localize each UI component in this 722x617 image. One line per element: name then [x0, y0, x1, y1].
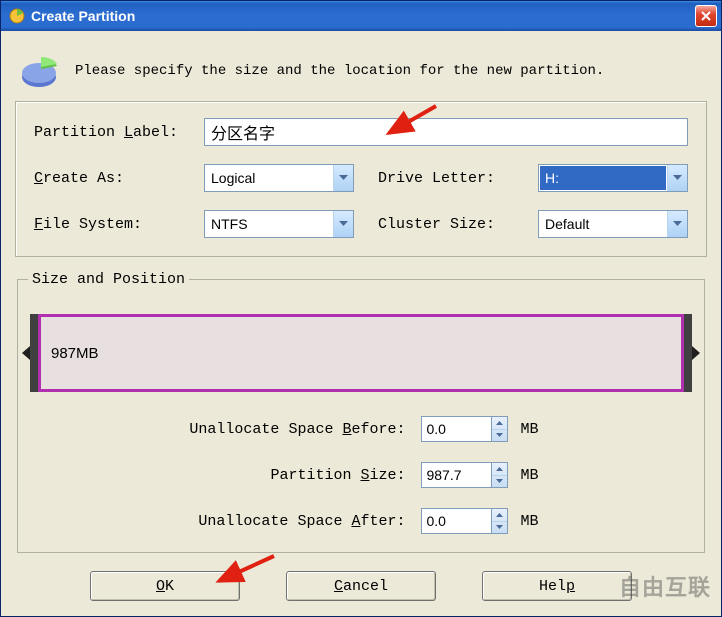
create-as-dropdown[interactable]: Logical: [204, 164, 354, 192]
spinner-down-icon[interactable]: [492, 476, 507, 488]
space-after-spinner[interactable]: [421, 508, 508, 534]
chevron-down-icon: [667, 211, 687, 237]
partition-size-input[interactable]: [421, 462, 491, 488]
size-position-group: Size and Position 987MB Unallocate Space…: [17, 271, 705, 553]
partition-slider[interactable]: 987MB: [30, 314, 692, 392]
window-title: Create Partition: [31, 8, 695, 24]
cluster-size-label: Cluster Size:: [378, 216, 538, 233]
help-button[interactable]: Help: [482, 571, 632, 601]
create-as-label: Create As:: [34, 170, 204, 187]
partition-label-input[interactable]: [204, 118, 688, 146]
file-system-label: File System:: [34, 216, 204, 233]
space-before-label: Unallocate Space Before:: [183, 421, 413, 438]
partition-bar-text: 987MB: [51, 345, 99, 362]
intro-row: Please specify the size and the location…: [15, 45, 707, 101]
unit-label: MB: [520, 467, 538, 484]
chevron-down-icon: [667, 165, 687, 191]
cancel-button[interactable]: Cancel: [286, 571, 436, 601]
spinner-up-icon[interactable]: [492, 463, 507, 476]
titlebar[interactable]: Create Partition: [1, 1, 721, 31]
partition-bar[interactable]: 987MB: [38, 314, 684, 392]
space-after-input[interactable]: [421, 508, 491, 534]
space-before-spinner[interactable]: [421, 416, 508, 442]
partition-label-label: Partition Label:: [34, 124, 204, 141]
watermark-text: 自由互联: [619, 570, 711, 602]
size-position-legend: Size and Position: [28, 271, 189, 288]
cluster-size-dropdown[interactable]: Default: [538, 210, 688, 238]
close-button[interactable]: [695, 5, 717, 27]
intro-text: Please specify the size and the location…: [75, 63, 604, 79]
drive-letter-dropdown[interactable]: H:: [538, 164, 688, 192]
app-icon: [9, 8, 25, 24]
spinner-up-icon[interactable]: [492, 417, 507, 430]
spinner-down-icon[interactable]: [492, 430, 507, 442]
unit-label: MB: [520, 421, 538, 438]
file-system-dropdown[interactable]: NTFS: [204, 210, 354, 238]
partition-size-label: Partition Size:: [183, 467, 413, 484]
dialog-button-row: OK Cancel Help: [15, 571, 707, 601]
chevron-down-icon: [333, 165, 353, 191]
spinner-up-icon[interactable]: [492, 509, 507, 522]
ok-button[interactable]: OK: [90, 571, 240, 601]
space-after-label: Unallocate Space After:: [183, 513, 413, 530]
partition-size-spinner[interactable]: [421, 462, 508, 488]
space-before-input[interactable]: [421, 416, 491, 442]
spinner-down-icon[interactable]: [492, 522, 507, 534]
chevron-down-icon: [333, 211, 353, 237]
unit-label: MB: [520, 513, 538, 530]
resize-handle-right[interactable]: [684, 314, 692, 392]
create-partition-dialog: Create Partition Please specify the size…: [0, 0, 722, 617]
partition-settings-group: Partition Label: Create As: Logical: [15, 101, 707, 257]
drive-letter-label: Drive Letter:: [378, 170, 538, 187]
resize-handle-left[interactable]: [30, 314, 38, 392]
partition-pie-icon: [19, 51, 59, 91]
